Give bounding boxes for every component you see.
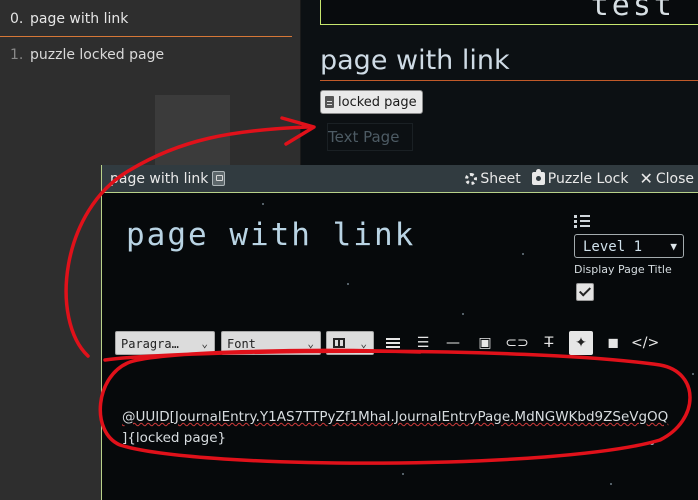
sidebar-placeholder-image	[155, 95, 230, 170]
star-dot	[402, 473, 404, 475]
banner-text: test	[590, 0, 675, 23]
puzzle-icon	[531, 169, 545, 185]
image-button[interactable]: ▣	[473, 331, 497, 355]
window-title: page with link	[102, 170, 226, 187]
window-body: page with link Level 1 ▼ Display Page Ti…	[102, 193, 698, 500]
link-button[interactable]: ⊂⊃	[505, 331, 529, 355]
document-icon	[325, 96, 334, 108]
numbered-list-icon: ☰	[416, 335, 430, 351]
page-title-input[interactable]: page with link	[126, 217, 415, 253]
font-dropdown-label: Font	[227, 337, 256, 351]
star-dot	[262, 203, 264, 205]
chevron-down-icon: ⌄	[360, 337, 367, 350]
heading-level-icon	[574, 215, 590, 228]
sheet-button[interactable]: Sheet	[465, 170, 521, 187]
puzzle-lock-button[interactable]: Puzzle Lock	[531, 169, 629, 187]
close-label: Close	[655, 170, 694, 187]
page-title: page with link	[320, 42, 698, 81]
sheet-banner: test	[320, 0, 698, 25]
image-icon: ▣	[478, 335, 492, 351]
numbered-list-button[interactable]: ☰	[411, 331, 435, 355]
close-button[interactable]: ✕ Close	[639, 168, 694, 188]
chevron-down-icon: ⌄	[201, 337, 208, 350]
horizontal-rule-icon: —	[446, 335, 460, 351]
sheet-label: Sheet	[480, 170, 521, 187]
page-editor-window: page with link Sheet Puzzle Lock ✕ Close	[101, 165, 698, 500]
link-icon: ⊂⊃	[505, 335, 529, 351]
puzzle-lock-label: Puzzle Lock	[547, 170, 629, 187]
star-dot	[347, 283, 349, 285]
sidebar-item-page-with-link[interactable]: 0. page with link	[0, 2, 292, 37]
magic-wand-icon: ✦	[575, 335, 587, 351]
save-icon: ◼	[607, 335, 619, 351]
text-page-tab[interactable]: Text Page	[327, 123, 413, 151]
sidebar-item-puzzle-locked-page[interactable]: 1. puzzle locked page	[0, 38, 292, 72]
star-dot	[692, 373, 694, 375]
horizontal-rule-button[interactable]: —	[441, 331, 465, 355]
window-title-text: page with link	[110, 170, 209, 187]
editor-toolbar: Paragra… ⌄ Font ⌄ ⌄ ☰ — ▣ ⊂⊃ T̶ ✦ ◼ </>	[115, 331, 698, 357]
link-label: locked page	[338, 94, 417, 110]
paragraph-dropdown[interactable]: Paragra… ⌄	[115, 331, 215, 355]
window-header[interactable]: page with link Sheet Puzzle Lock ✕ Close	[102, 165, 698, 193]
chevron-down-icon: ⌄	[307, 337, 314, 350]
paragraph-dropdown-label: Paragra…	[121, 337, 179, 351]
chevron-down-icon: ▼	[670, 240, 677, 253]
clear-format-icon: T̶	[544, 335, 554, 351]
sidebar-item-label: page with link	[30, 11, 129, 27]
bullet-list-button[interactable]	[381, 331, 405, 355]
level-select[interactable]: Level 1 ▼	[574, 234, 684, 258]
locked-page-link[interactable]: locked page	[320, 90, 423, 114]
table-dropdown[interactable]: ⌄	[326, 331, 374, 355]
editor-line-2: ]{locked page}	[122, 430, 227, 446]
clear-format-button[interactable]: T̶	[537, 331, 561, 355]
sidebar-item-number: 1.	[10, 47, 24, 63]
star-dot	[462, 313, 464, 315]
sidebar-item-number: 0.	[10, 11, 24, 27]
display-page-title-label: Display Page Title	[574, 263, 672, 276]
close-icon: ✕	[639, 168, 653, 188]
table-icon	[333, 338, 345, 348]
journal-icon	[212, 171, 226, 186]
level-select-value: Level 1	[583, 239, 643, 255]
star-dot	[610, 483, 612, 485]
save-button[interactable]: ◼	[601, 331, 625, 355]
code-icon: </>	[631, 335, 660, 351]
star-dot	[522, 253, 524, 255]
gear-icon	[465, 172, 478, 185]
magic-wand-button[interactable]: ✦	[569, 331, 593, 355]
editor-content[interactable]: @UUID[JournalEntry.Y1AS7TTPyZf1MhaI.Jour…	[122, 407, 682, 449]
display-page-title-checkbox[interactable]	[576, 283, 594, 301]
editor-line-1: @UUID[JournalEntry.Y1AS7TTPyZf1MhaI.Jour…	[122, 409, 669, 425]
font-dropdown[interactable]: Font ⌄	[221, 331, 321, 355]
sidebar-item-label: puzzle locked page	[30, 47, 165, 63]
source-code-button[interactable]: </>	[631, 331, 659, 355]
